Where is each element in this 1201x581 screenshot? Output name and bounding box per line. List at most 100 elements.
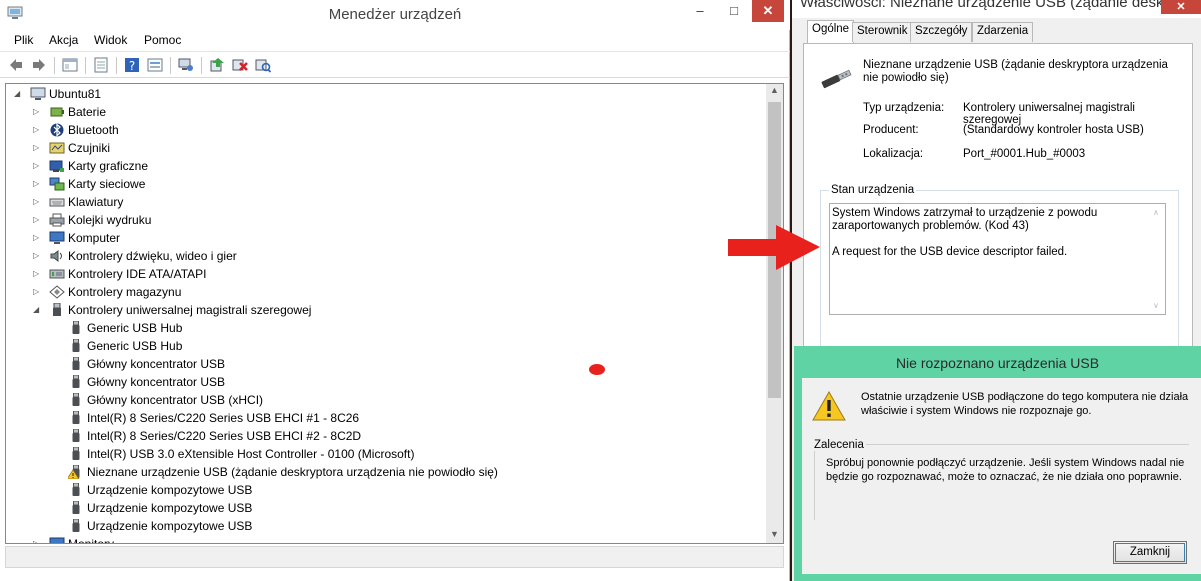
expanded-arrow-icon[interactable]: ◢ xyxy=(33,301,43,319)
collapsed-arrow-icon[interactable]: ▷ xyxy=(33,175,43,193)
tree-device-unknown-usb[interactable]: Nieznane urządzenie USB (żądanie deskryp… xyxy=(6,463,763,481)
tree-device[interactable]: Urządzenie kompozytowe USB xyxy=(6,481,763,499)
status-bar xyxy=(5,546,784,568)
tree-item-label: Karty graficzne xyxy=(68,159,149,173)
status-scrollbar[interactable]: ∧ ∨ xyxy=(1150,204,1165,314)
tree-category[interactable]: ▷ Karty graficzne xyxy=(6,157,763,175)
sensor-icon xyxy=(49,141,65,155)
properties-icon[interactable] xyxy=(93,57,109,73)
tree-device[interactable]: Główny koncentrator USB xyxy=(6,355,763,373)
usb-plug-icon xyxy=(68,320,84,335)
status-error: A request for the USB device descriptor … xyxy=(832,246,1068,258)
keyboard-icon xyxy=(49,195,65,209)
menu-plik[interactable]: Plik xyxy=(14,33,33,47)
tree-device[interactable]: Generic USB Hub xyxy=(6,337,763,355)
tab-driver[interactable]: Sterownik xyxy=(852,22,913,42)
tree-category[interactable]: ▷ Kolejki wydruku xyxy=(6,211,763,229)
collapsed-arrow-icon[interactable]: ▷ xyxy=(33,229,43,247)
forward-icon[interactable] xyxy=(31,57,47,73)
close-button[interactable]: ✕ xyxy=(752,0,784,22)
tree-device[interactable]: Generic USB Hub xyxy=(6,319,763,337)
chevron-down-icon[interactable]: ∨ xyxy=(1153,299,1159,312)
tree-item-label: Kontrolery dźwięku, wideo i gier xyxy=(68,249,237,263)
usb-plug-icon xyxy=(68,356,84,371)
collapsed-arrow-icon[interactable]: ▷ xyxy=(33,103,43,121)
properties-close-button[interactable]: ✕ xyxy=(1161,0,1201,14)
tree-device[interactable]: Główny koncentrator USB (xHCI) xyxy=(6,391,763,409)
red-dot-annotation xyxy=(589,364,605,375)
field-label-location: Lokalizacja: xyxy=(863,148,924,160)
tree-device[interactable]: Urządzenie kompozytowe USB xyxy=(6,517,763,535)
menu-pomoc[interactable]: Pomoc xyxy=(144,33,181,47)
properties-title-bar[interactable]: Właściwości: Nieznane urządzenie USB (żą… xyxy=(792,0,1201,18)
tree-category[interactable]: ▷ Bluetooth xyxy=(6,121,763,139)
tree-device[interactable]: Główny koncentrator USB xyxy=(6,373,763,391)
scan-hardware-icon[interactable] xyxy=(255,57,271,73)
tree-category[interactable]: ▷ Karty sieciowe xyxy=(6,175,763,193)
tree-item-label: Intel(R) 8 Series/C220 Series USB EHCI #… xyxy=(87,429,362,443)
tree-category[interactable]: ▷ Kontrolery IDE ATA/ATAPI xyxy=(6,265,763,283)
tree-item-label: Urządzenie kompozytowe USB xyxy=(87,519,253,533)
tab-events[interactable]: Zdarzenia xyxy=(972,22,1034,42)
ide-icon xyxy=(49,267,65,281)
tree-device[interactable]: Intel(R) 8 Series/C220 Series USB EHCI #… xyxy=(6,409,763,427)
tree-category[interactable]: ▷ Monitory xyxy=(6,535,763,544)
notification-body: Ostatnie urządzenie USB podłączone do te… xyxy=(802,378,1201,574)
back-icon[interactable] xyxy=(8,57,24,73)
vertical-scrollbar[interactable]: ▲ ▼ xyxy=(766,84,783,543)
collapsed-arrow-icon[interactable]: ▷ xyxy=(33,283,43,301)
help-icon[interactable]: ? xyxy=(124,57,140,73)
close-notification-button[interactable]: Zamknij xyxy=(1113,541,1187,564)
tree-item-label: Ubuntu81 xyxy=(49,87,102,101)
tab-details[interactable]: Szczegóły xyxy=(910,22,973,42)
usb-device-icon xyxy=(821,69,852,89)
collapsed-arrow-icon[interactable]: ▷ xyxy=(33,157,43,175)
collapsed-arrow-icon[interactable]: ▷ xyxy=(33,139,43,157)
view-icon[interactable] xyxy=(147,57,163,73)
tree-category[interactable]: ▷ Czujniki xyxy=(6,139,763,157)
collapsed-arrow-icon[interactable]: ▷ xyxy=(33,193,43,211)
tree-category[interactable]: ◢ Kontrolery uniwersalnej magistrali szer… xyxy=(6,301,763,319)
scroll-down-arrow-icon[interactable]: ▼ xyxy=(766,529,783,539)
tree-category[interactable]: ▷ Kontrolery dźwięku, wideo i gier xyxy=(6,247,763,265)
monitor-icon[interactable] xyxy=(178,57,194,73)
tree-item-label: Monitory xyxy=(68,537,115,544)
tree-item-label: Główny koncentrator USB xyxy=(87,375,226,389)
collapsed-arrow-icon[interactable]: ▷ xyxy=(33,121,43,139)
tree-category[interactable]: ▷ Kontrolery magazynu xyxy=(6,283,763,301)
tree-category[interactable]: ▷ Baterie xyxy=(6,103,763,121)
device-status-textbox[interactable]: System Windows zatrzymał to urządzenie z… xyxy=(829,203,1166,315)
tree-device[interactable]: Intel(R) USB 3.0 eXtensible Host Control… xyxy=(6,445,763,463)
tree-device[interactable]: Urządzenie kompozytowe USB xyxy=(6,499,763,517)
tree-root-computer[interactable]: ◢ Ubuntu81 xyxy=(6,85,763,103)
uninstall-icon[interactable] xyxy=(232,57,248,73)
menu-widok[interactable]: Widok xyxy=(94,33,127,47)
chevron-up-icon[interactable]: ∧ xyxy=(1153,206,1159,219)
expanded-arrow-icon[interactable]: ◢ xyxy=(14,85,24,103)
usb-plug-icon xyxy=(68,446,84,461)
bluetooth-icon xyxy=(49,123,65,137)
title-bar[interactable]: Menedżer urządzeń ‒ □ ✕ xyxy=(0,0,790,30)
collapsed-arrow-icon[interactable]: ▷ xyxy=(33,247,43,265)
collapsed-arrow-icon[interactable]: ▷ xyxy=(33,535,43,543)
maximize-button[interactable]: □ xyxy=(717,0,751,22)
tree-item-label: Nieznane urządzenie USB (żądanie deskryp… xyxy=(87,465,498,479)
tree-category[interactable]: ▷ Komputer xyxy=(6,229,763,247)
close-notification-label: Zamknij xyxy=(1129,546,1171,558)
collapsed-arrow-icon[interactable]: ▷ xyxy=(33,211,43,229)
device-tree[interactable]: ◢ Ubuntu81 ▷ Baterie ▷ Bluetooth ▷ Czujniki ▷ Kar… xyxy=(5,83,784,544)
tree-item-label: Intel(R) USB 3.0 eXtensible Host Control… xyxy=(87,447,415,461)
show-hide-tree-icon[interactable] xyxy=(62,57,78,73)
collapsed-arrow-icon[interactable]: ▷ xyxy=(33,265,43,283)
menu-akcja[interactable]: Akcja xyxy=(49,33,78,47)
tree-category[interactable]: ▷ Klawiatury xyxy=(6,193,763,211)
tree-device[interactable]: Intel(R) 8 Series/C220 Series USB EHCI #… xyxy=(6,427,763,445)
minimize-button[interactable]: ‒ xyxy=(683,0,717,22)
warning-icon xyxy=(812,391,846,421)
computer-icon xyxy=(30,87,46,101)
update-driver-icon[interactable] xyxy=(209,57,225,73)
scroll-up-arrow-icon[interactable]: ▲ xyxy=(766,85,783,95)
toolbar-separator xyxy=(170,57,171,74)
tab-general[interactable]: Ogólne xyxy=(807,20,855,44)
monitor-icon xyxy=(49,537,65,543)
